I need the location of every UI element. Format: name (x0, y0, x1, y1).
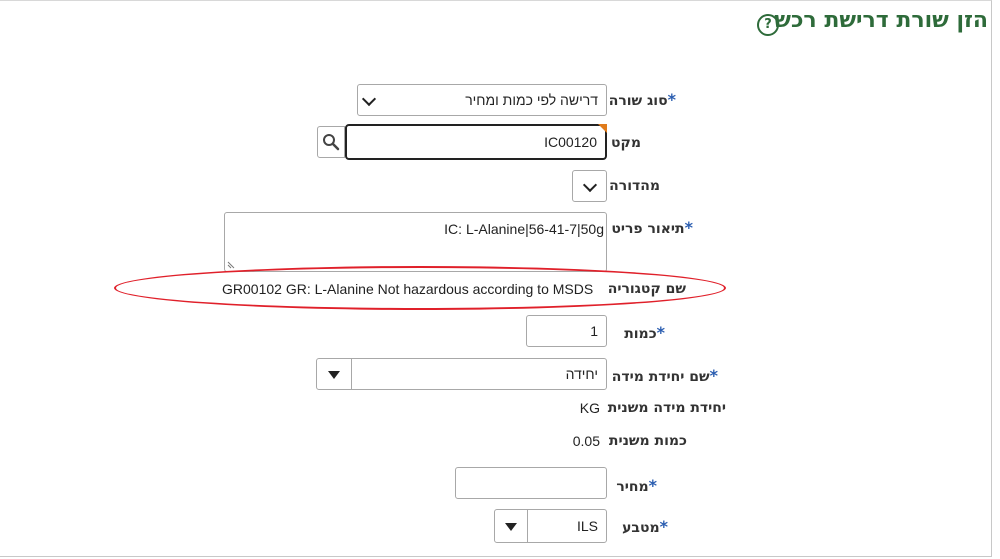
revision-label: מהדורה (609, 178, 660, 194)
required-marker: * (656, 323, 665, 342)
item-label: מקט (611, 135, 641, 151)
line-type-label-text: סוג שורה (608, 93, 668, 109)
required-marker: * (709, 366, 718, 385)
page-title: הזן שורת דרישת רכש (774, 8, 988, 33)
uom-name-select[interactable]: יחידה (316, 358, 607, 390)
uom-name-label: *שם יחידת מידה (612, 366, 718, 385)
price-label-text: מחיר (616, 479, 649, 495)
line-type-label: *סוג שורה (609, 90, 676, 109)
required-marker: * (667, 90, 676, 109)
help-icon[interactable]: ? (757, 14, 779, 36)
required-marker: * (659, 517, 668, 536)
search-icon (323, 134, 340, 151)
changed-indicator-icon (598, 124, 607, 133)
secondary-uom-label: יחידת מידה משנית (607, 400, 726, 416)
item-description-label-text: תיאור פריט (611, 221, 685, 237)
uom-name-value: יחידה (565, 366, 598, 382)
price-input[interactable] (455, 467, 607, 499)
dropdown-arrow-icon (505, 523, 517, 531)
resize-handle-icon[interactable] (227, 259, 237, 269)
item-value: IC00120 (544, 134, 597, 150)
quantity-input[interactable]: 1 (526, 315, 607, 347)
line-type-value: דרישה לפי כמות ומחיר (465, 92, 598, 108)
currency-label-text: מטבע (622, 520, 660, 536)
secondary-quantity-value: 0.05 (572, 433, 600, 449)
currency-select[interactable]: ILS (494, 509, 607, 543)
currency-select-divider (527, 510, 528, 542)
chevron-down-icon (361, 91, 377, 107)
uom-name-label-text: שם יחידת מידה (611, 369, 710, 385)
search-button[interactable] (317, 126, 345, 158)
chevron-down-icon (582, 177, 598, 193)
line-type-select[interactable]: דרישה לפי כמות ומחיר (357, 84, 607, 116)
quantity-label: *כמות (624, 323, 665, 342)
item-description-textarea[interactable]: IC: L-Alanine|56-41-7|50g (224, 212, 607, 272)
price-label: *מחיר (616, 476, 657, 495)
quantity-label-text: כמות (624, 326, 657, 342)
dropdown-arrow-icon (328, 371, 340, 379)
item-description-value: IC: L-Alanine|56-41-7|50g (444, 221, 604, 237)
item-input[interactable]: IC00120 (345, 124, 607, 160)
uom-select-divider (351, 359, 352, 389)
required-marker: * (648, 476, 657, 495)
item-description-label: *תיאור פריט (611, 218, 693, 237)
quantity-value: 1 (590, 323, 598, 339)
highlight-ellipse (114, 266, 726, 310)
revision-select[interactable] (572, 170, 607, 202)
required-marker: * (684, 218, 693, 237)
secondary-uom-value: KG (579, 400, 600, 416)
currency-label: *מטבע (622, 517, 668, 536)
currency-value: ILS (576, 518, 598, 534)
secondary-quantity-label: כמות משנית (608, 433, 687, 449)
